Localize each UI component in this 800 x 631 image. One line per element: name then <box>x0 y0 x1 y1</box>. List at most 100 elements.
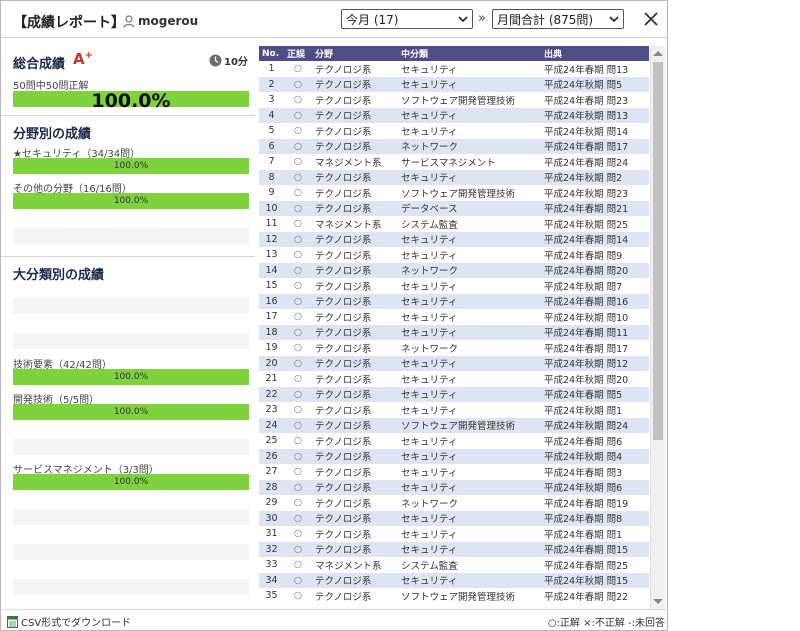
empty-row <box>13 228 249 244</box>
cell-source: 平成24年春期 問22 <box>541 588 649 604</box>
cell-field: テクノロジ系 <box>312 262 398 278</box>
table-row: 1 ○ テクノロジ系 セキュリティ 平成24年春期 問13 <box>259 61 649 77</box>
table-row: 32 ○ テクノロジ系 セキュリティ 平成24年春期 問15 <box>259 541 649 557</box>
cell-category: セキュリティ <box>398 231 541 247</box>
cell-result: ○ <box>284 588 312 604</box>
table-row: 10 ○ テクノロジ系 データベース 平成24年春期 問21 <box>259 200 649 216</box>
overall-title: 総合成績 <box>13 57 66 72</box>
cell-category: セキュリティ <box>398 402 541 418</box>
cell-result: ○ <box>284 340 312 356</box>
table-row: 17 ○ テクノロジ系 セキュリティ 平成24年秋期 問10 <box>259 309 649 325</box>
cell-field: テクノロジ系 <box>312 231 398 247</box>
col-header-no: No. <box>259 46 284 61</box>
csv-icon <box>7 615 18 628</box>
cell-source: 平成24年秋期 問12 <box>541 355 649 371</box>
cell-no: 5 <box>259 123 284 139</box>
cell-source: 平成24年春期 問3 <box>541 464 649 480</box>
cell-field: テクノロジ系 <box>312 123 398 139</box>
cell-no: 26 <box>259 448 284 464</box>
table-row: 34 ○ テクノロジ系 セキュリティ 平成24年秋期 問15 <box>259 572 649 588</box>
cell-result: ○ <box>284 495 312 511</box>
cell-source: 平成24年春期 問14 <box>541 231 649 247</box>
cell-category: ネットワーク <box>398 495 541 511</box>
cell-no: 29 <box>259 495 284 511</box>
cell-result: ○ <box>284 541 312 557</box>
question-table: No. 正誤 分野 中分類 出典 1 ○ テクノロジ系 セキュリティ 平成24年春期 問… <box>259 46 649 604</box>
table-row: 27 ○ テクノロジ系 セキュリティ 平成24年春期 問3 <box>259 464 649 480</box>
scope-select[interactable]: 月間合計 (875問) <box>492 9 624 29</box>
cell-field: テクノロジ系 <box>312 495 398 511</box>
close-icon[interactable] <box>641 9 661 29</box>
cell-result: ○ <box>284 402 312 418</box>
csv-download-label: CSV形式でダウンロード <box>21 618 132 629</box>
cell-result: ○ <box>284 154 312 170</box>
cell-field: テクノロジ系 <box>312 340 398 356</box>
cell-category: セキュリティ <box>398 526 541 542</box>
result-legend: ○:正解 ×:不正解 -:未回答 <box>547 618 665 629</box>
user-icon <box>123 14 135 28</box>
cell-result: ○ <box>284 231 312 247</box>
table-scrollbar[interactable] <box>650 46 665 609</box>
table-row: 11 ○ マネジメント系 システム監査 平成24年秋期 問25 <box>259 216 649 232</box>
table-row: 30 ○ テクノロジ系 セキュリティ 平成24年春期 問8 <box>259 510 649 526</box>
grade-letter: A <box>73 50 85 68</box>
cell-category: セキュリティ <box>398 510 541 526</box>
cell-no: 22 <box>259 386 284 402</box>
scroll-up-arrow[interactable] <box>653 51 663 56</box>
major-progress-bar: 100.0% <box>13 369 249 385</box>
cell-category: ネットワーク <box>398 138 541 154</box>
field-progress-bar: 100.0% <box>13 158 249 174</box>
cell-no: 4 <box>259 107 284 123</box>
empty-row <box>13 544 249 560</box>
overall-summary: 50問中50問正解 <box>13 81 89 92</box>
cell-source: 平成24年秋期 問25 <box>541 216 649 232</box>
cell-no: 31 <box>259 526 284 542</box>
cell-source: 平成24年春期 問8 <box>541 510 649 526</box>
csv-download-link[interactable]: CSV形式でダウンロード <box>7 614 131 629</box>
cell-category: セキュリティ <box>398 448 541 464</box>
table-row: 18 ○ テクノロジ系 セキュリティ 平成24年春期 問11 <box>259 324 649 340</box>
cell-field: テクノロジ系 <box>312 278 398 294</box>
cell-field: テクノロジ系 <box>312 185 398 201</box>
cell-source: 平成24年秋期 問4 <box>541 448 649 464</box>
table-row: 8 ○ テクノロジ系 セキュリティ 平成24年秋期 問2 <box>259 169 649 185</box>
cell-no: 28 <box>259 479 284 495</box>
cell-no: 30 <box>259 510 284 526</box>
cell-result: ○ <box>284 76 312 92</box>
cell-source: 平成24年春期 問24 <box>541 154 649 170</box>
cell-result: ○ <box>284 61 312 77</box>
scrollbar-thumb[interactable] <box>653 62 663 440</box>
period-select[interactable]: 今月 (17) <box>341 9 473 29</box>
cell-category: セキュリティ <box>398 123 541 139</box>
divider <box>1 256 255 257</box>
clock-icon <box>209 54 222 67</box>
grade-badge: A+ <box>73 50 93 68</box>
table-row: 12 ○ テクノロジ系 セキュリティ 平成24年春期 問14 <box>259 231 649 247</box>
cell-source: 平成24年春期 問1 <box>541 526 649 542</box>
cell-category: ソフトウェア開発管理技術 <box>398 92 541 108</box>
cell-category: システム監査 <box>398 216 541 232</box>
empty-row <box>13 509 249 525</box>
cell-source: 平成24年春期 問15 <box>541 541 649 557</box>
cell-field: マネジメント系 <box>312 216 398 232</box>
cell-field: テクノロジ系 <box>312 200 398 216</box>
col-header-field: 分野 <box>312 46 398 61</box>
table-row: 5 ○ テクノロジ系 セキュリティ 平成24年秋期 問14 <box>259 123 649 139</box>
table-header-row: No. 正誤 分野 中分類 出典 <box>259 46 649 61</box>
cell-result: ○ <box>284 309 312 325</box>
cell-source: 平成24年秋期 問2 <box>541 169 649 185</box>
cell-source: 平成24年秋期 問6 <box>541 479 649 495</box>
cell-category: セキュリティ <box>398 293 541 309</box>
cell-source: 平成24年春期 問9 <box>541 247 649 263</box>
cell-field: テクノロジ系 <box>312 247 398 263</box>
table-row: 24 ○ テクノロジ系 ソフトウェア開発管理技術 平成24年秋期 問24 <box>259 417 649 433</box>
cell-no: 9 <box>259 185 284 201</box>
cell-field: テクノロジ系 <box>312 355 398 371</box>
cell-source: 平成24年春期 問21 <box>541 200 649 216</box>
time-value: 10分 <box>224 57 248 68</box>
scope-select-value: 月間合計 (875問) <box>497 12 594 27</box>
major-progress-bar: 100.0% <box>13 404 249 420</box>
cell-source: 平成24年秋期 問14 <box>541 123 649 139</box>
scroll-down-arrow[interactable] <box>653 599 663 604</box>
cell-source: 平成24年春期 問6 <box>541 433 649 449</box>
